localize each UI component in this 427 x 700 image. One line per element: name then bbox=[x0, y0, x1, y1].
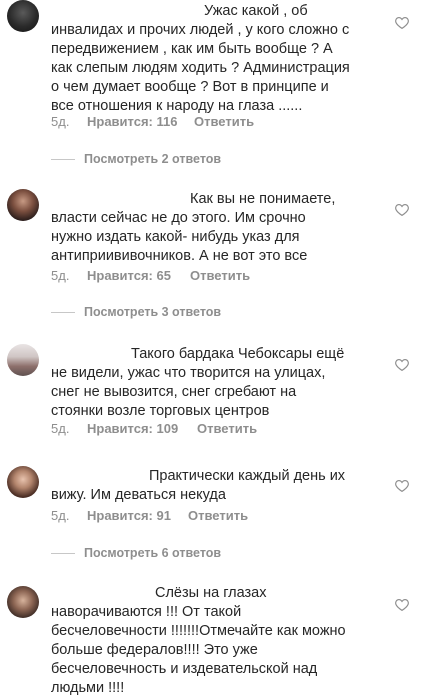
comment-text-line: как слепым людям ходить ? Администрация bbox=[51, 60, 350, 76]
avatar[interactable] bbox=[7, 466, 39, 498]
comment-text-line: передвижением , как им быть вообще ? А bbox=[51, 41, 333, 57]
heart-outline-icon[interactable] bbox=[395, 598, 409, 611]
comment-text-line: бесчеловечности !!!!!!!Отмечайте как мож… bbox=[51, 623, 346, 639]
comment-text-line: больше федералов!!!! Это уже bbox=[51, 642, 258, 658]
view-replies-label: Посмотреть 2 ответов bbox=[84, 152, 222, 166]
comment-text-line: власти сейчас не до этого. Им срочно bbox=[51, 210, 306, 226]
divider bbox=[51, 552, 75, 554]
avatar[interactable] bbox=[7, 0, 39, 32]
timestamp: 5д. bbox=[51, 268, 70, 283]
view-replies-button[interactable]: Посмотреть 3 ответов bbox=[51, 304, 221, 320]
view-replies-label: Посмотреть 6 ответов bbox=[84, 546, 222, 560]
comment-text-line: наворачиваются !!! От такой bbox=[51, 604, 242, 620]
comment-text-line: антиприививочников. А не вот это все bbox=[51, 248, 308, 264]
avatar[interactable] bbox=[7, 189, 39, 221]
likes-count[interactable]: Нравится: 109 bbox=[87, 421, 178, 436]
reply-button[interactable]: Ответить bbox=[194, 114, 254, 129]
view-replies-button[interactable]: Посмотреть 2 ответов bbox=[51, 151, 221, 167]
reply-button[interactable]: Ответить bbox=[188, 508, 248, 523]
comment-text-line: Как вы не понимаете, bbox=[190, 191, 336, 207]
comment-text-line: снег не вывозится, снег сгребают на bbox=[51, 384, 297, 400]
divider bbox=[51, 158, 75, 160]
comment-text-line: Практически каждый день их bbox=[149, 468, 346, 484]
heart-outline-icon[interactable] bbox=[395, 203, 409, 216]
comment-text-line: не видели, ужас что творится на улицах, bbox=[51, 365, 326, 381]
likes-count[interactable]: Нравится: 91 bbox=[87, 508, 171, 523]
view-replies-button[interactable]: Посмотреть 6 ответов bbox=[51, 545, 221, 561]
reply-button[interactable]: Ответить bbox=[197, 421, 257, 436]
heart-outline-icon[interactable] bbox=[395, 358, 409, 371]
comment-text-line: о чем думает вообще ? Вот в принципе и bbox=[51, 79, 329, 95]
comment-text-line: людьми !!!! bbox=[51, 680, 125, 696]
likes-count[interactable]: Нравится: 65 bbox=[87, 268, 171, 283]
timestamp: 5д. bbox=[51, 508, 70, 523]
divider bbox=[51, 311, 75, 313]
heart-outline-icon[interactable] bbox=[395, 479, 409, 492]
comment-text-line: инвалидах и прочих людей , у кого сложно… bbox=[51, 22, 350, 38]
comment-text-line: стоянки возле торговых центров bbox=[51, 403, 270, 419]
likes-count[interactable]: Нравится: 116 bbox=[87, 114, 177, 129]
comment-text-line: нужно издать какой- нибудь указ для bbox=[51, 229, 300, 245]
avatar[interactable] bbox=[7, 344, 39, 376]
comment-text-line: Ужас какой , об bbox=[204, 3, 308, 19]
heart-outline-icon[interactable] bbox=[395, 16, 409, 29]
timestamp: 5д. bbox=[51, 114, 70, 129]
avatar[interactable] bbox=[7, 586, 39, 618]
timestamp: 5д. bbox=[51, 421, 70, 436]
comment-text-line: Такого бардака Чебоксары ещё bbox=[131, 346, 345, 362]
comment-text-line: Слёзы на глазах bbox=[155, 585, 267, 601]
comment-text-line: вижу. Им деваться некуда bbox=[51, 487, 226, 503]
view-replies-label: Посмотреть 3 ответов bbox=[84, 305, 222, 319]
comment-text-line: бесчеловечность и издевательской над bbox=[51, 661, 318, 677]
reply-button[interactable]: Ответить bbox=[190, 268, 250, 283]
